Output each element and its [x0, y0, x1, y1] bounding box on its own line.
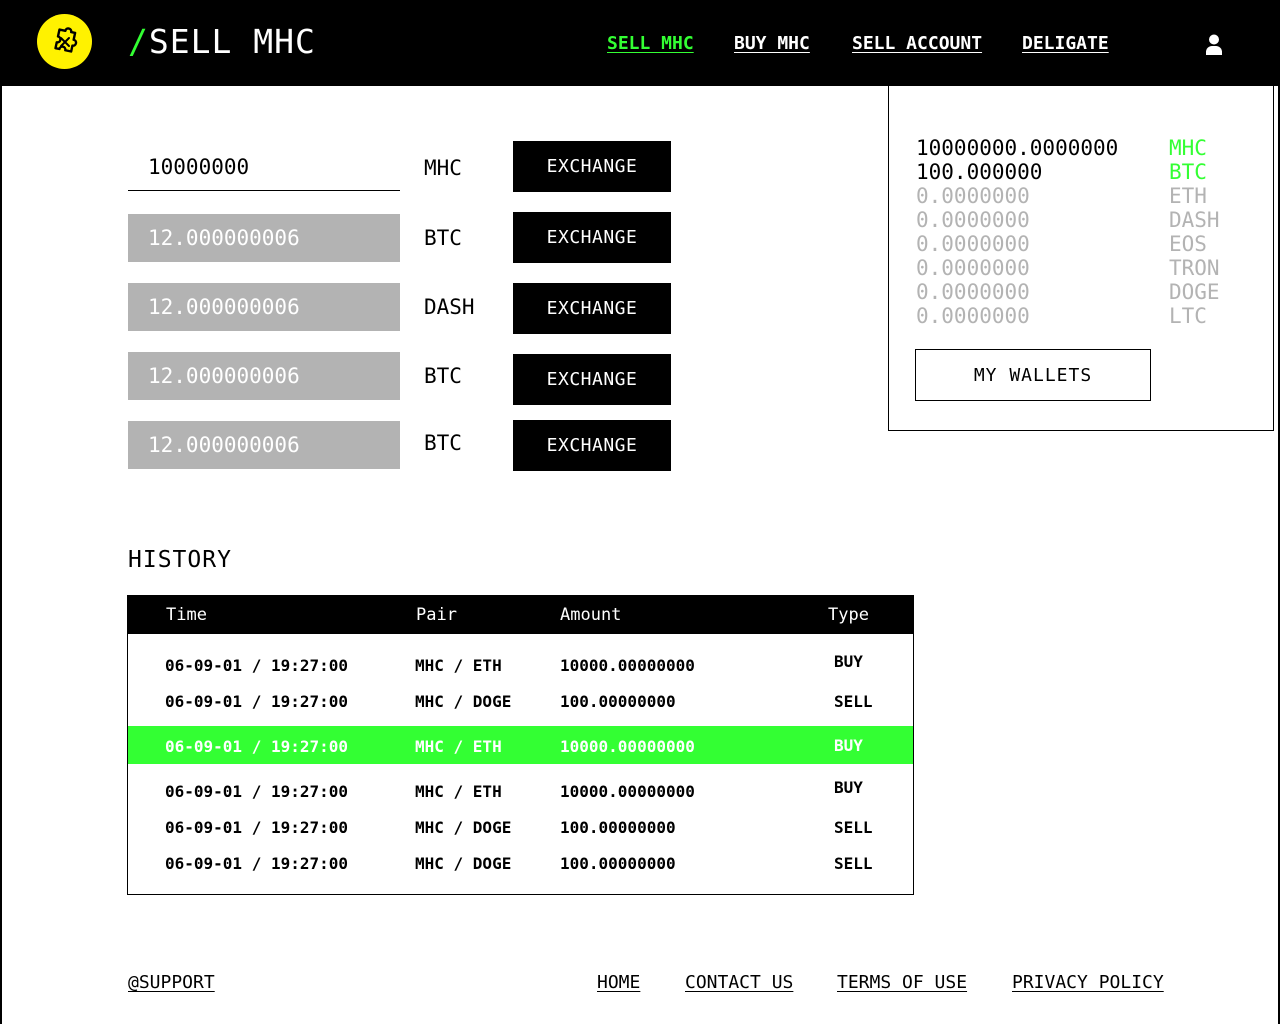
wallet-currency: DASH — [1169, 208, 1220, 232]
exchange-button-dash[interactable]: EXCHANGE — [513, 283, 671, 334]
cell-time: 06-09-01 / 19:27:00 — [165, 737, 349, 756]
wallet-panel: 10000000.0000000 MHC 100.000000 BTC 0.00… — [888, 86, 1274, 431]
currency-label-btc-2: BTC — [424, 364, 462, 388]
mhc-amount-input[interactable] — [128, 143, 400, 191]
wallet-balance: 0.0000000 — [916, 304, 1030, 328]
wallet-currency: LTC — [1169, 304, 1207, 328]
cell-amount: 10000.00000000 — [560, 656, 695, 675]
wallet-currency: EOS — [1169, 232, 1207, 256]
title-slash: / — [128, 22, 149, 61]
column-header-type: Type — [828, 605, 869, 625]
wallet-balance: 0.0000000 — [916, 232, 1030, 256]
cell-amount: 10000.00000000 — [560, 782, 695, 801]
table-row-highlighted[interactable]: 06-09-01 / 19:27:00 MHC / ETH 10000.0000… — [128, 726, 913, 764]
history-header: Time Pair Amount Type — [128, 596, 913, 634]
wallet-balance: 100.000000 — [916, 160, 1043, 184]
wallet-balance: 0.0000000 — [916, 208, 1030, 232]
wallet-currency: TRON — [1169, 256, 1220, 280]
btc-amount-input[interactable] — [128, 214, 400, 262]
cell-time: 06-09-01 / 19:27:00 — [165, 854, 349, 873]
cell-pair: MHC / ETH — [415, 656, 502, 675]
cell-amount: 100.00000000 — [560, 854, 676, 873]
cell-type: BUY — [834, 736, 863, 755]
footer-privacy-link[interactable]: PRIVACY POLICY — [1012, 972, 1164, 993]
wallet-balance: 0.0000000 — [916, 184, 1030, 208]
dash-amount-input[interactable] — [128, 283, 400, 331]
cell-type: BUY — [834, 652, 863, 671]
cell-amount: 100.00000000 — [560, 692, 676, 711]
footer-support-link[interactable]: @SUPPORT — [128, 972, 215, 993]
exchange-button-btc[interactable]: EXCHANGE — [513, 212, 671, 263]
wallet-row-btc: 100.000000 BTC — [916, 160, 1256, 184]
currency-label-btc: BTC — [424, 226, 462, 250]
cell-pair: MHC / DOGE — [415, 818, 512, 837]
wallet-row-ltc: 0.0000000 LTC — [916, 304, 1256, 328]
column-header-time: Time — [166, 605, 207, 625]
logo[interactable] — [37, 14, 92, 69]
cell-pair: MHC / DOGE — [415, 692, 512, 711]
cell-pair: MHC / ETH — [415, 782, 502, 801]
footer-contact-link[interactable]: CONTACT US — [685, 972, 793, 993]
wallet-row-mhc: 10000000.0000000 MHC — [916, 136, 1256, 160]
wallet-balance: 10000000.0000000 — [916, 136, 1119, 160]
table-row[interactable]: 06-09-01 / 19:27:00 MHC / ETH 10000.0000… — [128, 772, 913, 810]
history-table: Time Pair Amount Type 06-09-01 / 19:27:0… — [127, 595, 914, 895]
column-header-pair: Pair — [416, 605, 457, 625]
wallet-row-doge: 0.0000000 DOGE — [916, 280, 1256, 304]
nav-deligate[interactable]: DELIGATE — [1022, 33, 1109, 54]
cell-time: 06-09-01 / 19:27:00 — [165, 692, 349, 711]
exchange-button-mhc[interactable]: EXCHANGE — [513, 141, 671, 192]
currency-label-dash: DASH — [424, 295, 475, 319]
wallet-balance: 0.0000000 — [916, 280, 1030, 304]
wallet-row-tron: 0.0000000 TRON — [916, 256, 1256, 280]
cell-type: SELL — [834, 854, 873, 873]
column-header-amount: Amount — [560, 605, 622, 625]
wallet-currency: BTC — [1169, 160, 1207, 184]
footer-home-link[interactable]: HOME — [597, 972, 640, 993]
cell-amount: 100.00000000 — [560, 818, 676, 837]
user-button[interactable] — [1203, 33, 1225, 57]
wallet-currency: MHC — [1169, 136, 1207, 160]
cell-pair: MHC / DOGE — [415, 854, 512, 873]
wallet-row-eth: 0.0000000 ETH — [916, 184, 1256, 208]
footer-terms-link[interactable]: TERMS OF USE — [837, 972, 967, 993]
user-icon — [1206, 34, 1222, 55]
wallet-row-dash: 0.0000000 DASH — [916, 208, 1256, 232]
currency-label-mhc: MHC — [424, 156, 462, 180]
page-title: /SELL MHC — [128, 22, 316, 61]
wallet-currency: DOGE — [1169, 280, 1220, 304]
nav-sell-account[interactable]: SELL ACCOUNT — [852, 33, 982, 54]
nav-sell-mhc[interactable]: SELL MHC — [607, 33, 694, 54]
page-frame-left — [0, 86, 2, 1024]
btc-amount-input-3[interactable] — [128, 421, 400, 469]
puzzle-icon — [53, 26, 77, 53]
btc-amount-input-2[interactable] — [128, 352, 400, 400]
wallet-balance: 0.0000000 — [916, 256, 1030, 280]
exchange-button-btc-2[interactable]: EXCHANGE — [513, 354, 671, 405]
cell-pair: MHC / ETH — [415, 737, 502, 756]
wallet-row-eos: 0.0000000 EOS — [916, 232, 1256, 256]
table-row[interactable]: 06-09-01 / 19:27:00 MHC / DOGE 100.00000… — [128, 682, 913, 720]
cell-amount: 10000.00000000 — [560, 737, 695, 756]
my-wallets-button[interactable]: MY WALLETS — [915, 349, 1151, 401]
nav-buy-mhc[interactable]: BUY MHC — [734, 33, 810, 54]
cell-type: SELL — [834, 692, 873, 711]
table-row[interactable]: 06-09-01 / 19:27:00 MHC / DOGE 100.00000… — [128, 808, 913, 846]
title-text: SELL MHC — [148, 22, 316, 61]
cell-time: 06-09-01 / 19:27:00 — [165, 656, 349, 675]
cell-type: BUY — [834, 778, 863, 797]
currency-label-btc-3: BTC — [424, 431, 462, 455]
header: /SELL MHC SELL MHC BUY MHC SELL ACCOUNT … — [0, 0, 1280, 86]
history-title: HISTORY — [128, 547, 232, 573]
table-row[interactable]: 06-09-01 / 19:27:00 MHC / DOGE 100.00000… — [128, 844, 913, 882]
cell-time: 06-09-01 / 19:27:00 — [165, 818, 349, 837]
table-row[interactable]: 06-09-01 / 19:27:00 MHC / ETH 10000.0000… — [128, 646, 913, 684]
cell-time: 06-09-01 / 19:27:00 — [165, 782, 349, 801]
wallet-currency: ETH — [1169, 184, 1207, 208]
exchange-button-btc-3[interactable]: EXCHANGE — [513, 420, 671, 471]
cell-type: SELL — [834, 818, 873, 837]
